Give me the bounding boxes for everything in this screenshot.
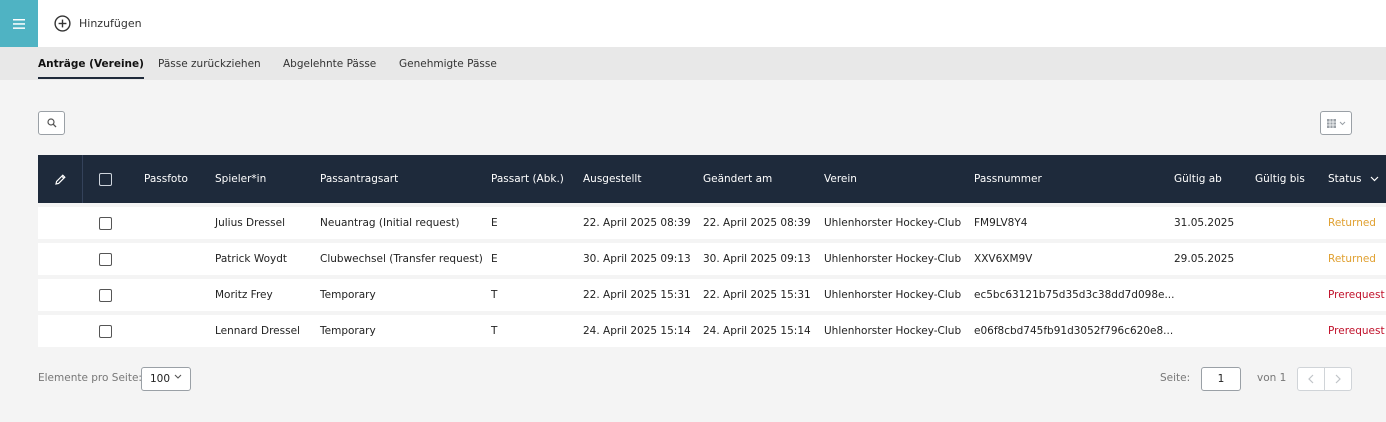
chevron-right-icon [1335, 374, 1341, 384]
cell-passnummer: FM9LV8Y4 [974, 217, 1028, 229]
cell-passart: E [491, 217, 498, 229]
cell-ausgestellt: 30. April 2025 09:13 [583, 253, 691, 265]
header-passantragsart[interactable]: Passantragsart [320, 155, 398, 203]
cell-spieler: Lennard Dressel [215, 325, 300, 337]
cell-passantragsart: Temporary [320, 325, 376, 337]
cell-passart: T [491, 289, 498, 301]
table-row[interactable]: Julius Dressel Neuantrag (Initial reques… [38, 207, 1386, 239]
row-checkbox[interactable] [99, 216, 112, 230]
next-page-button[interactable] [1324, 368, 1351, 390]
header-passfoto[interactable]: Passfoto [144, 155, 188, 203]
table-row[interactable]: Lennard Dressel Temporary T 24. April 20… [38, 315, 1386, 347]
header-ausgestellt[interactable]: Ausgestellt [583, 155, 641, 203]
cell-passnummer: XXV6XM9V [974, 253, 1033, 265]
cell-spieler: Moritz Frey [215, 289, 273, 301]
tab-paesse-zurueckziehen[interactable]: Pässe zurückziehen [158, 47, 261, 80]
chevron-down-icon [1339, 121, 1345, 125]
menu-button[interactable] [0, 0, 38, 47]
row-checkbox[interactable] [99, 324, 112, 338]
cell-geaendert-am: 22. April 2025 15:31 [703, 289, 811, 301]
header-verein[interactable]: Verein [824, 155, 857, 203]
add-button[interactable]: Hinzufügen [54, 13, 142, 33]
cell-passantragsart: Neuantrag (Initial request) [320, 217, 460, 229]
per-page-label: Elemente pro Seite: [38, 372, 142, 384]
cell-ausgestellt: 22. April 2025 08:39 [583, 217, 691, 229]
search-button[interactable] [38, 111, 65, 135]
status-badge: Prerequest [1328, 325, 1385, 337]
top-toolbar: Hinzufügen [0, 0, 1386, 47]
row-checkbox[interactable] [99, 252, 112, 266]
header-gueltig-bis[interactable]: Gültig bis [1255, 155, 1305, 203]
per-page-value: 100 [150, 373, 171, 385]
row-checkbox-cell [99, 243, 112, 275]
previous-page-button[interactable] [1298, 368, 1324, 390]
header-passnummer[interactable]: Passnummer [974, 155, 1042, 203]
column-chooser-button[interactable] [1320, 111, 1352, 135]
cell-verein: Uhlenhorster Hockey-Club [824, 253, 962, 265]
cell-spieler: Patrick Woydt [215, 253, 288, 265]
cell-passantragsart: Clubwechsel (Transfer request) [320, 253, 483, 265]
sort-chevron-icon [1371, 176, 1379, 182]
row-checkbox-cell [99, 279, 112, 311]
cell-passnummer: ec5bc63121b75d35d3c38dd7d098e... [974, 289, 1175, 301]
chevron-down-icon [174, 374, 182, 379]
select-all-checkbox-cell [99, 155, 112, 203]
row-checkbox-cell [99, 207, 112, 239]
cell-geaendert-am: 30. April 2025 09:13 [703, 253, 811, 265]
cell-geaendert-am: 24. April 2025 15:14 [703, 325, 811, 337]
cell-geaendert-am: 22. April 2025 08:39 [703, 217, 811, 229]
tab-genehmigte-paesse[interactable]: Genehmigte Pässe [399, 47, 497, 80]
edit-column-header[interactable] [38, 155, 83, 203]
pager-buttons [1297, 367, 1352, 391]
page-number-input[interactable] [1201, 367, 1241, 391]
cell-passart: T [491, 325, 498, 337]
select-all-checkbox[interactable] [99, 172, 112, 186]
table-row[interactable]: Moritz Frey Temporary T 22. April 2025 1… [38, 279, 1386, 311]
add-circle-icon [54, 14, 71, 32]
cell-passnummer: e06f8cbd745fb91d3052f796c620e8... [974, 325, 1174, 337]
cell-gueltig-ab: 31.05.2025 [1174, 217, 1235, 229]
page-label: Seite: [1160, 372, 1191, 384]
table-header: Passfoto Spieler*in Passantragsart Passa… [38, 155, 1386, 203]
cell-verein: Uhlenhorster Hockey-Club [824, 289, 962, 301]
status-badge: Prerequest [1328, 289, 1385, 301]
status-badge: Returned [1328, 253, 1376, 265]
edit-pencil-icon [54, 173, 66, 185]
row-checkbox-cell [99, 315, 112, 347]
add-button-label: Hinzufügen [79, 16, 142, 30]
tab-bar: Anträge (Vereine) Pässe zurückziehen Abg… [0, 47, 1386, 80]
per-page-select[interactable]: 100 [141, 367, 191, 391]
cell-verein: Uhlenhorster Hockey-Club [824, 217, 962, 229]
cell-gueltig-ab: 29.05.2025 [1174, 253, 1235, 265]
header-spieler[interactable]: Spieler*in [215, 155, 266, 203]
header-status-label: Status [1328, 173, 1362, 185]
cell-passantragsart: Temporary [320, 289, 376, 301]
cell-ausgestellt: 24. April 2025 15:14 [583, 325, 691, 337]
header-passart[interactable]: Passart (Abk.) [491, 155, 564, 203]
chevron-left-icon [1308, 374, 1314, 384]
tab-antraege-vereine[interactable]: Anträge (Vereine) [38, 47, 144, 80]
row-checkbox[interactable] [99, 288, 112, 302]
cell-spieler: Julius Dressel [215, 217, 285, 229]
cell-ausgestellt: 22. April 2025 15:31 [583, 289, 691, 301]
table-row[interactable]: Patrick Woydt Clubwechsel (Transfer requ… [38, 243, 1386, 275]
page-count-label: von 1 [1257, 372, 1287, 384]
cell-verein: Uhlenhorster Hockey-Club [824, 325, 962, 337]
status-badge: Returned [1328, 217, 1376, 229]
menu-icon [13, 18, 25, 29]
header-gueltig-ab[interactable]: Gültig ab [1174, 155, 1222, 203]
header-geaendert-am[interactable]: Geändert am [703, 155, 772, 203]
tab-abgelehnte-paesse[interactable]: Abgelehnte Pässe [283, 47, 376, 80]
search-icon [46, 118, 56, 128]
header-status[interactable]: Status [1328, 155, 1379, 203]
columns-grid-icon [1326, 118, 1336, 128]
cell-passart: E [491, 253, 498, 265]
